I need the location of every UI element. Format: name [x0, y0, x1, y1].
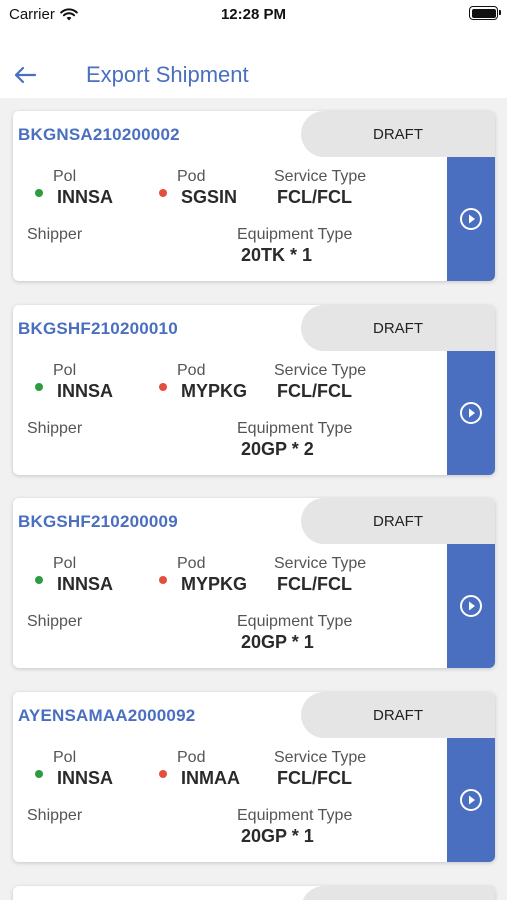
equipment-type-label: Equipment Type [237, 807, 353, 824]
service-type-label: Service Type [274, 168, 367, 185]
equipment-type-value: 20TK * 1 [241, 245, 313, 265]
service-type-value: FCL/FCL [277, 381, 352, 401]
status-badge: DRAFT [301, 305, 495, 351]
open-shipment-button[interactable] [447, 544, 495, 668]
pol-dot-icon [35, 189, 43, 197]
shipment-card[interactable]: AYENSAMAA2000092 DRAFT Pol INNSA Pod INM… [13, 692, 495, 862]
shipment-card-partial[interactable] [13, 886, 495, 900]
service-type-value: FCL/FCL [277, 768, 352, 788]
pol-dot-icon [35, 770, 43, 778]
pod-dot-icon [159, 576, 167, 584]
service-type-label: Service Type [274, 362, 367, 379]
equipment-type-value: 20GP * 1 [241, 826, 314, 846]
shipper-label: Shipper [27, 807, 83, 824]
open-shipment-button[interactable] [447, 738, 495, 862]
equipment-type-label: Equipment Type [237, 420, 353, 437]
shipper-label: Shipper [27, 420, 83, 437]
pod-dot-icon [159, 189, 167, 197]
pod-dot-icon [159, 383, 167, 391]
shipper-label: Shipper [27, 226, 83, 243]
status-bar: Carrier 12:28 PM [0, 0, 507, 30]
pod-value: INMAA [181, 768, 240, 788]
shipment-list[interactable]: BKGNSA210200002 DRAFT Pol INNSA Pod SGSI… [0, 98, 507, 900]
pod-value: MYPKG [181, 381, 248, 401]
play-circle-icon [460, 402, 482, 424]
pol-label: Pol [53, 168, 77, 185]
shipment-card[interactable]: BKGNSA210200002 DRAFT Pol INNSA Pod SGSI… [13, 111, 495, 281]
service-type-label: Service Type [274, 555, 367, 572]
open-shipment-button[interactable] [447, 351, 495, 475]
pod-label: Pod [177, 362, 206, 379]
pod-label: Pod [177, 555, 206, 572]
shipper-label: Shipper [27, 613, 83, 630]
service-type-value: FCL/FCL [277, 187, 352, 207]
pol-dot-icon [35, 383, 43, 391]
status-badge: DRAFT [301, 498, 495, 544]
equipment-type-value: 20GP * 1 [241, 632, 314, 652]
status-badge-partial [301, 886, 495, 900]
service-type-value: FCL/FCL [277, 574, 352, 594]
pol-value: INNSA [57, 381, 114, 401]
pol-label: Pol [53, 362, 77, 379]
battery-icon [469, 6, 501, 20]
booking-number: BKGNSA210200002 [18, 125, 180, 144]
pod-dot-icon [159, 770, 167, 778]
booking-number: BKGSHF210200009 [18, 512, 178, 531]
back-button[interactable] [10, 60, 40, 90]
shipment-card[interactable]: BKGSHF210200010 DRAFT Pol INNSA Pod MYPK… [13, 305, 495, 475]
shipment-card[interactable]: BKGSHF210200009 DRAFT Pol INNSA Pod MYPK… [13, 498, 495, 668]
pol-label: Pol [53, 555, 77, 572]
pod-value: MYPKG [181, 574, 248, 594]
play-circle-icon [460, 595, 482, 617]
pol-value: INNSA [57, 574, 114, 594]
play-circle-icon [460, 208, 482, 230]
page-title: Export Shipment [86, 62, 249, 87]
play-circle-icon [460, 789, 482, 811]
booking-number: AYENSAMAA2000092 [18, 706, 196, 725]
pod-value: SGSIN [181, 187, 238, 207]
pod-label: Pod [177, 168, 206, 185]
status-badge: DRAFT [301, 692, 495, 738]
pol-label: Pol [53, 749, 77, 766]
nav-header: Export Shipment [0, 52, 507, 98]
back-arrow-icon [14, 66, 37, 84]
equipment-type-label: Equipment Type [237, 613, 353, 630]
open-shipment-button[interactable] [447, 157, 495, 281]
equipment-type-label: Equipment Type [237, 226, 353, 243]
pol-value: INNSA [57, 187, 114, 207]
equipment-type-value: 20GP * 2 [241, 439, 314, 459]
service-type-label: Service Type [274, 749, 367, 766]
pol-value: INNSA [57, 768, 114, 788]
booking-number: BKGSHF210200010 [18, 319, 178, 338]
pod-label: Pod [177, 749, 206, 766]
status-badge: DRAFT [301, 111, 495, 157]
clock: 12:28 PM [220, 6, 287, 23]
pol-dot-icon [35, 576, 43, 584]
